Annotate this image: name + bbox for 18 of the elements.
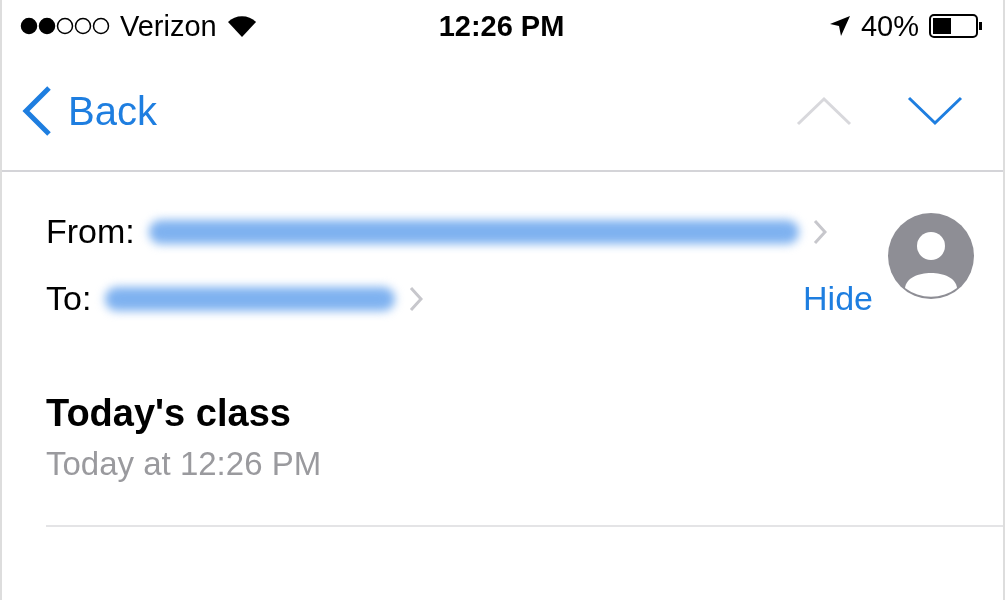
back-chevron-icon — [22, 85, 52, 137]
to-label: To: — [46, 279, 92, 318]
battery-percentage: 40% — [860, 9, 919, 43]
hide-link[interactable]: Hide — [803, 279, 873, 318]
location-arrow-icon — [828, 15, 851, 37]
message-date: Today at 12:26 PM — [46, 445, 322, 483]
message-subject: Today's class — [46, 392, 291, 435]
signal-icon — [20, 17, 110, 35]
next-message-button[interactable] — [907, 96, 963, 126]
wifi-icon — [226, 15, 257, 37]
carrier-name: Verizon — [120, 9, 217, 43]
chevron-icon — [409, 285, 424, 312]
chevron-icon — [812, 218, 827, 245]
from-label: From: — [46, 212, 135, 251]
back-button[interactable]: Back — [22, 85, 157, 137]
avatar-icon — [887, 212, 975, 300]
battery-icon — [929, 14, 983, 38]
clock-time: 12:26 PM — [438, 9, 565, 43]
